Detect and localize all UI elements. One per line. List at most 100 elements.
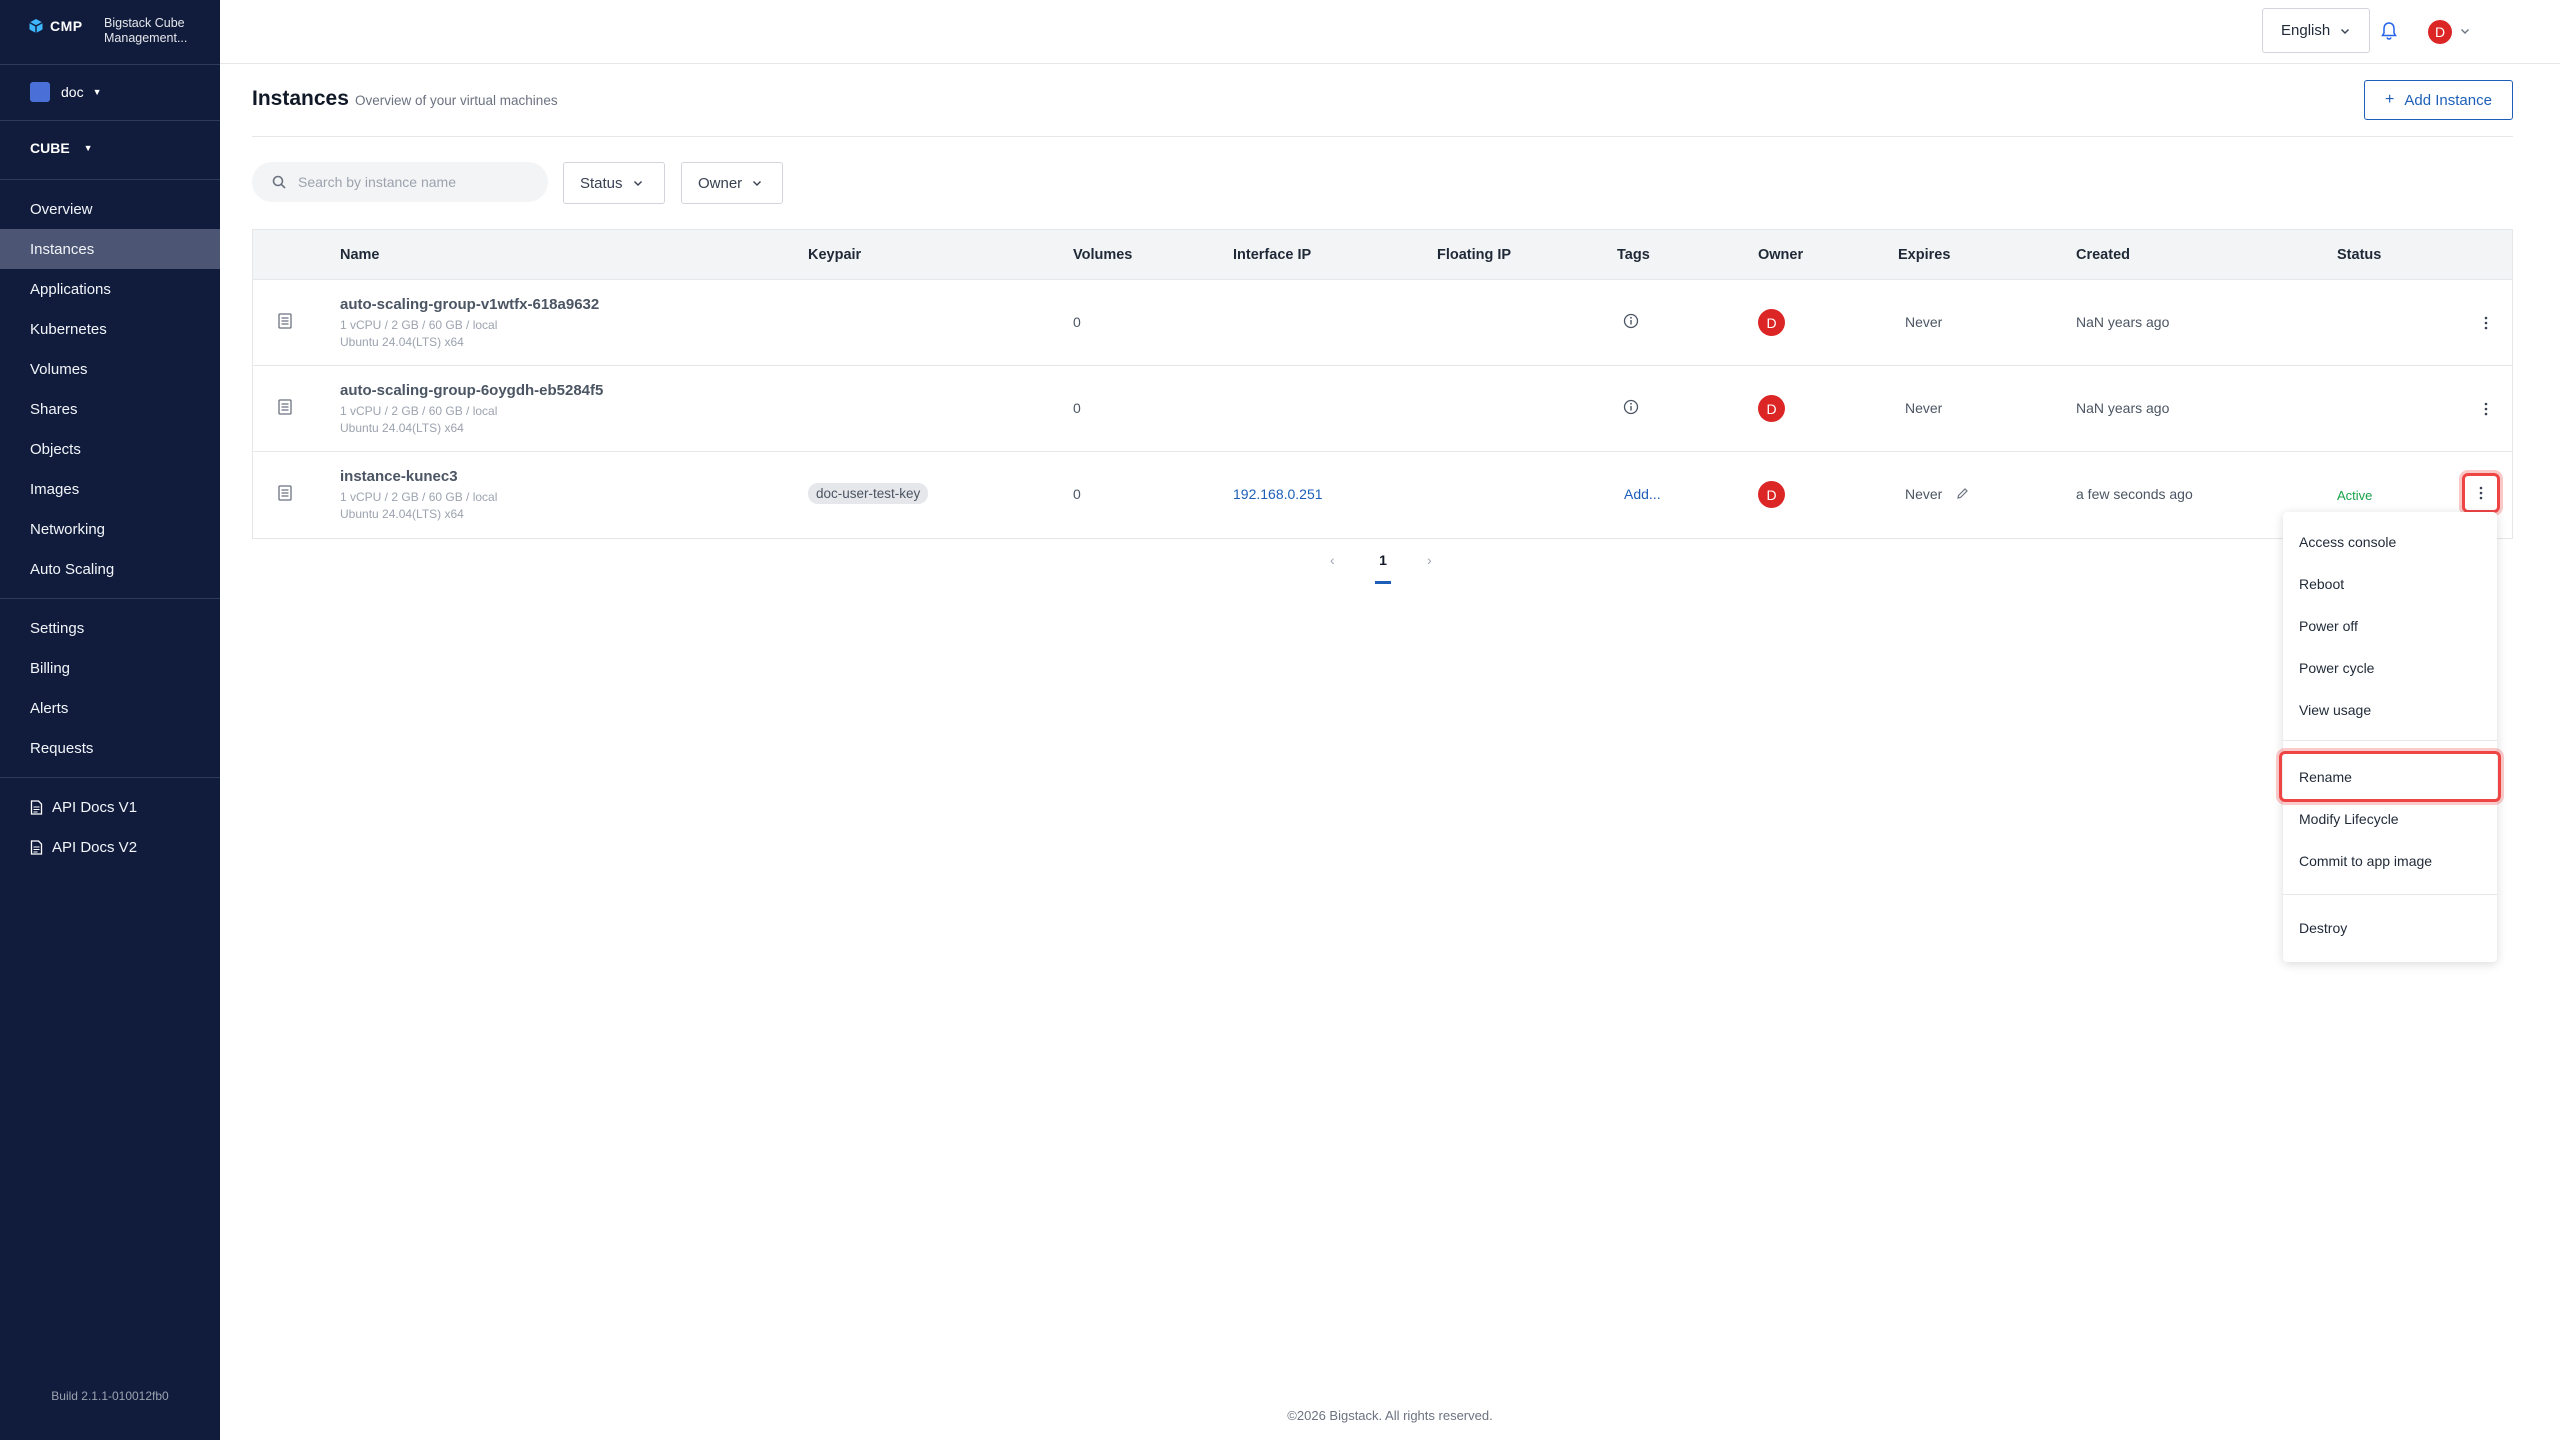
sidebar-item-settings[interactable]: Settings: [0, 608, 220, 648]
app-title: Bigstack Cube Management...: [104, 16, 188, 45]
info-icon[interactable]: [1623, 313, 1639, 329]
sidebar-item-label: API Docs V1: [52, 798, 138, 816]
interface-ip-link[interactable]: 192.168.0.251: [1233, 486, 1323, 502]
sidebar-item-shares[interactable]: Shares: [0, 389, 220, 429]
sidebar-item-volumes[interactable]: Volumes: [0, 349, 220, 389]
column-header[interactable]: Interface IP: [1233, 247, 1311, 263]
kebab-icon: [2484, 316, 2488, 330]
column-header[interactable]: Volumes: [1073, 247, 1132, 263]
workspace-icon: [30, 82, 50, 102]
instance-name[interactable]: auto-scaling-group-6oygdh-eb5284f5: [340, 382, 603, 399]
status-filter[interactable]: Status: [563, 162, 665, 204]
column-header[interactable]: Floating IP: [1437, 247, 1511, 263]
chevron-down-icon: [633, 181, 642, 186]
owner-filter[interactable]: Owner: [681, 162, 783, 204]
sidebar-item-billing[interactable]: Billing: [0, 648, 220, 688]
cube-logo-icon: [29, 19, 43, 33]
instance-spec: 1 vCPU / 2 GB / 60 GB / local Ubuntu 24.…: [340, 403, 497, 437]
user-avatar[interactable]: D: [2428, 20, 2452, 44]
menu-item-destroy[interactable]: Destroy: [2299, 920, 2347, 936]
server-icon: [278, 485, 292, 501]
pencil-icon[interactable]: [1956, 487, 1969, 500]
page-number[interactable]: 1: [1376, 552, 1390, 568]
column-header[interactable]: Tags: [1617, 247, 1650, 263]
instance-spec-line: 1 vCPU / 2 GB / 60 GB / local: [340, 490, 498, 504]
column-header[interactable]: Keypair: [808, 247, 861, 263]
sidebar-item-objects[interactable]: Objects: [0, 429, 220, 469]
prev-page-button[interactable]: ‹: [1330, 552, 1335, 568]
add-tag-link[interactable]: Add...: [1624, 486, 1661, 502]
sidebar-item-label: Networking: [30, 520, 106, 538]
instances-table: Name Keypair Volumes Interface IP Floati…: [252, 229, 2513, 539]
menu-item-access-console[interactable]: Access console: [2299, 534, 2396, 550]
divider: [252, 136, 2513, 137]
chevron-down-icon: [2341, 28, 2350, 34]
menu-item-power-cycle[interactable]: Power cycle: [2299, 660, 2374, 676]
volumes-count: 0: [1073, 486, 1081, 502]
table-row[interactable]: instance-kunec3 1 vCPU / 2 GB / 60 GB / …: [253, 452, 2512, 538]
volumes-count: 0: [1073, 314, 1081, 330]
expires-value: Never: [1905, 400, 1943, 416]
kebab-icon: [2484, 402, 2488, 416]
add-instance-button[interactable]: + Add Instance: [2364, 80, 2513, 120]
menu-item-view-usage[interactable]: View usage: [2299, 702, 2371, 718]
divider: [0, 120, 220, 121]
sidebar-item-applications[interactable]: Applications: [0, 269, 220, 309]
language-selector[interactable]: English: [2262, 8, 2370, 53]
footer-copyright: ©2026 Bigstack. All rights reserved.: [1287, 1408, 1493, 1423]
created-value: NaN years ago: [2076, 400, 2170, 416]
sidebar-item-label: Shares: [30, 400, 78, 418]
column-header[interactable]: Created: [2076, 247, 2130, 263]
column-header[interactable]: Owner: [1758, 247, 1803, 263]
table-row[interactable]: auto-scaling-group-v1wtfx-618a9632 1 vCP…: [253, 280, 2512, 366]
add-instance-label: Add Instance: [2404, 91, 2492, 109]
instance-spec-line: 1 vCPU / 2 GB / 60 GB / local: [340, 404, 498, 418]
menu-item-reboot[interactable]: Reboot: [2299, 576, 2344, 592]
row-actions-button[interactable]: [2462, 473, 2500, 513]
chevron-down-icon[interactable]: [2460, 26, 2470, 36]
sidebar-item-label: Billing: [30, 659, 71, 677]
owner-filter-label: Owner: [698, 174, 743, 192]
sidebar-item-alerts[interactable]: Alerts: [0, 688, 220, 728]
divider: [0, 179, 220, 180]
instance-spec: 1 vCPU / 2 GB / 60 GB / local Ubuntu 24.…: [340, 317, 497, 351]
table-header: Name Keypair Volumes Interface IP Floati…: [253, 230, 2512, 280]
owner-avatar: D: [1758, 395, 1785, 422]
column-header[interactable]: Expires: [1898, 247, 1950, 263]
column-header[interactable]: Status: [2337, 247, 2381, 263]
sidebar-item-kubernetes[interactable]: Kubernetes: [0, 309, 220, 349]
caret-down-icon: ▼: [83, 143, 93, 153]
sidebar-item-label: Applications: [30, 280, 111, 298]
instance-name[interactable]: auto-scaling-group-v1wtfx-618a9632: [340, 296, 599, 313]
sidebar-item-label: Settings: [30, 619, 85, 637]
menu-item-commit-to-app-image[interactable]: Commit to app image: [2299, 853, 2432, 869]
sidebar-item-api-docs-v2[interactable]: API Docs V2: [0, 827, 220, 867]
column-header[interactable]: Name: [340, 247, 380, 263]
next-page-button[interactable]: ›: [1427, 552, 1432, 568]
sidebar-item-images[interactable]: Images: [0, 469, 220, 509]
sidebar-item-api-docs-v1[interactable]: API Docs V1: [0, 787, 220, 827]
row-actions-button[interactable]: [2471, 308, 2501, 338]
region-selector[interactable]: CUBE ▼: [30, 140, 93, 156]
brand[interactable]: CMP: [28, 18, 83, 34]
brand-name: CMP: [50, 18, 83, 34]
server-icon: [278, 313, 292, 329]
workspace-selector[interactable]: doc ▼: [30, 82, 102, 102]
instance-os-line: Ubuntu 24.04(LTS) x64: [340, 507, 464, 521]
table-row[interactable]: auto-scaling-group-6oygdh-eb5284f5 1 vCP…: [253, 366, 2512, 452]
sidebar-item-auto-scaling[interactable]: Auto Scaling: [0, 549, 220, 589]
sidebar-item-requests[interactable]: Requests: [0, 728, 220, 768]
menu-item-power-off[interactable]: Power off: [2299, 618, 2358, 634]
sidebar-item-networking[interactable]: Networking: [0, 509, 220, 549]
search-input[interactable]: [298, 174, 528, 190]
menu-item-modify-lifecycle[interactable]: Modify Lifecycle: [2299, 811, 2399, 827]
instance-os-line: Ubuntu 24.04(LTS) x64: [340, 421, 464, 435]
sidebar-item-overview[interactable]: Overview: [0, 189, 220, 229]
bell-icon[interactable]: [2380, 21, 2398, 41]
info-icon[interactable]: [1623, 399, 1639, 415]
instance-name[interactable]: instance-kunec3: [340, 468, 458, 485]
sidebar-item-instances[interactable]: Instances: [0, 229, 220, 269]
search-icon: [272, 175, 286, 189]
row-actions-button[interactable]: [2471, 394, 2501, 424]
menu-item-rename[interactable]: Rename: [2299, 769, 2352, 785]
